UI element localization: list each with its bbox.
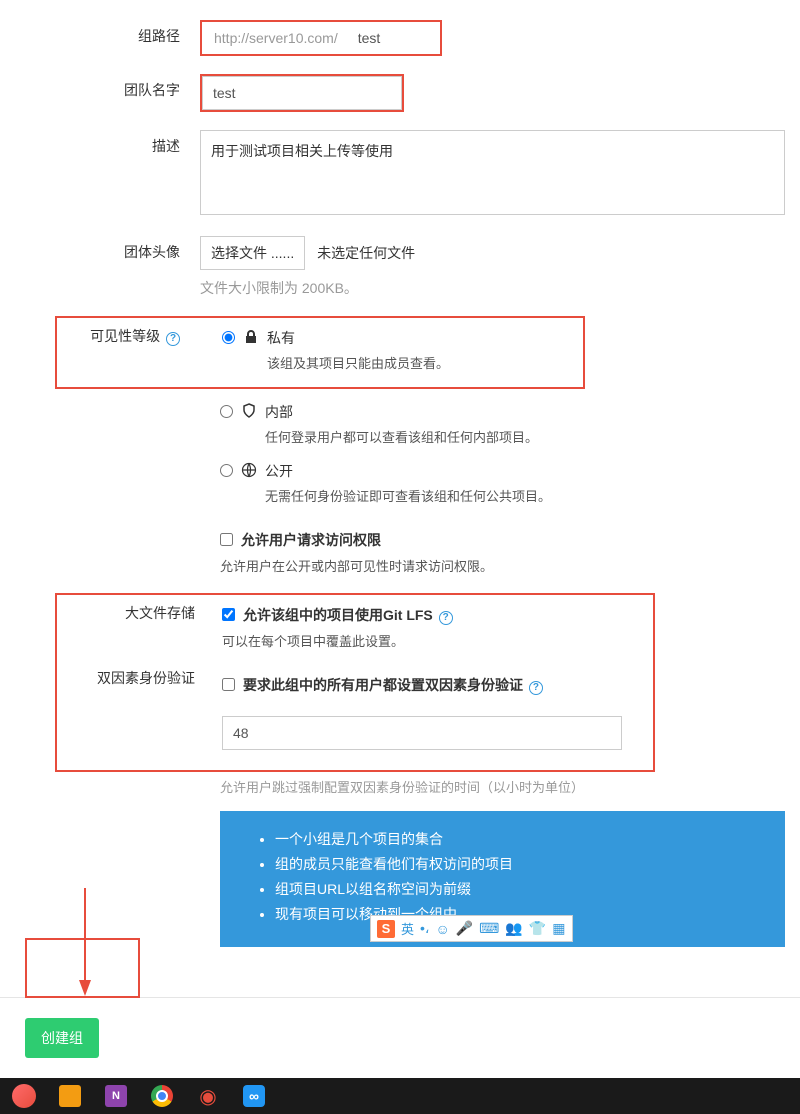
sogou-icon: S bbox=[377, 920, 395, 938]
taskbar-chrome[interactable] bbox=[140, 1080, 184, 1112]
access-request-checkbox[interactable] bbox=[220, 533, 233, 546]
ime-toolbar[interactable]: S 英 •، ☺ 🎤 ⌨ 👥 👕 ▦ bbox=[370, 915, 573, 942]
url-prefix: http://server10.com/ bbox=[204, 24, 348, 52]
team-name-label: 团队名字 bbox=[0, 74, 200, 112]
access-request-label: 允许用户请求访问权限 bbox=[241, 530, 381, 550]
two-factor-hint: 允许用户跳过强制配置双因素身份验证的时间（以小时为单位） bbox=[200, 777, 800, 796]
taskbar-app-6[interactable]: ∞ bbox=[232, 1080, 276, 1112]
submit-highlight bbox=[25, 938, 140, 998]
info-item-0: 一个小组是几个项目的集合 bbox=[275, 829, 760, 849]
public-desc: 无需任何身份验证即可查看该组和任何公共项目。 bbox=[265, 486, 800, 505]
ime-dot-icon[interactable]: •، bbox=[420, 920, 429, 937]
lfs-label: 大文件存储 bbox=[55, 603, 195, 623]
taskbar: N ◉ ∞ bbox=[0, 1078, 800, 1114]
info-item-2: 组项目URL以组名称空间为前缀 bbox=[275, 879, 760, 899]
taskbar-app-2[interactable] bbox=[48, 1080, 92, 1112]
help-icon[interactable]: ? bbox=[166, 332, 180, 346]
internal-title: 内部 bbox=[265, 402, 800, 422]
group-slug-input[interactable] bbox=[348, 24, 438, 52]
lock-icon bbox=[243, 329, 259, 348]
access-request-desc: 允许用户在公开或内部可见性时请求访问权限。 bbox=[200, 556, 800, 575]
app5-icon: ◉ bbox=[199, 1084, 216, 1109]
ime-shirt-icon[interactable]: 👕 bbox=[529, 920, 546, 937]
team-name-input[interactable] bbox=[202, 76, 402, 110]
private-title: 私有 bbox=[267, 328, 583, 348]
public-title: 公开 bbox=[265, 461, 800, 481]
two-factor-label: 双因素身份验证 bbox=[55, 668, 195, 688]
visibility-internal-radio[interactable] bbox=[220, 405, 233, 418]
help-icon[interactable]: ? bbox=[529, 681, 543, 695]
globe-icon bbox=[241, 462, 257, 481]
description-label: 描述 bbox=[0, 130, 200, 218]
lfs-desc: 可以在每个项目中覆盖此设置。 bbox=[202, 631, 653, 650]
taskbar-onenote[interactable]: N bbox=[94, 1080, 138, 1112]
choose-file-button[interactable]: 选择文件 ...... bbox=[200, 236, 305, 270]
team-name-highlight bbox=[200, 74, 404, 112]
chrome-icon bbox=[151, 1085, 173, 1107]
visibility-private-radio[interactable] bbox=[222, 331, 235, 344]
ime-smile-icon[interactable]: ☺ bbox=[435, 921, 449, 937]
visibility-label: 可见性等级 bbox=[90, 328, 160, 344]
avatar-label: 团体头像 bbox=[0, 236, 200, 298]
create-group-button[interactable]: 创建组 bbox=[25, 1018, 99, 1058]
file-size-hint: 文件大小限制为 200KB。 bbox=[200, 278, 785, 298]
visibility-public-radio[interactable] bbox=[220, 464, 233, 477]
taskbar-app-1[interactable] bbox=[2, 1080, 46, 1112]
lfs-checkbox-label: 允许该组中的项目使用Git LFS bbox=[243, 607, 433, 623]
taskbar-app-5[interactable]: ◉ bbox=[186, 1080, 230, 1112]
no-file-text: 未选定任何文件 bbox=[317, 245, 415, 261]
app6-icon: ∞ bbox=[243, 1085, 265, 1107]
two-factor-hours-input[interactable] bbox=[222, 716, 622, 750]
two-factor-checkbox[interactable] bbox=[222, 678, 235, 691]
group-path-label: 组路径 bbox=[0, 20, 200, 56]
private-desc: 该组及其项目只能由成员查看。 bbox=[267, 353, 583, 372]
description-textarea[interactable]: 用于测试项目相关上传等使用 bbox=[200, 130, 785, 215]
shield-icon bbox=[241, 403, 257, 422]
ime-grid-icon[interactable]: ▦ bbox=[552, 920, 565, 937]
onenote-icon: N bbox=[105, 1085, 127, 1107]
ime-mic-icon[interactable]: 🎤 bbox=[456, 920, 473, 937]
app1-icon bbox=[12, 1084, 36, 1108]
ime-lang[interactable]: 英 bbox=[401, 919, 414, 938]
internal-desc: 任何登录用户都可以查看该组和任何内部项目。 bbox=[265, 427, 800, 446]
help-icon[interactable]: ? bbox=[439, 611, 453, 625]
group-path-highlight: http://server10.com/ bbox=[200, 20, 442, 56]
ime-people-icon[interactable]: 👥 bbox=[505, 920, 522, 937]
lfs-highlight: 大文件存储 允许该组中的项目使用Git LFS ? 可以在每个项目中覆盖此设置。… bbox=[55, 593, 655, 772]
lfs-checkbox[interactable] bbox=[222, 608, 235, 621]
app2-icon bbox=[59, 1085, 81, 1107]
info-item-1: 组的成员只能查看他们有权访问的项目 bbox=[275, 854, 760, 874]
ime-keyboard-icon[interactable]: ⌨ bbox=[479, 920, 499, 937]
two-factor-checkbox-label: 要求此组中的所有用户都设置双因素身份验证 bbox=[243, 677, 523, 693]
